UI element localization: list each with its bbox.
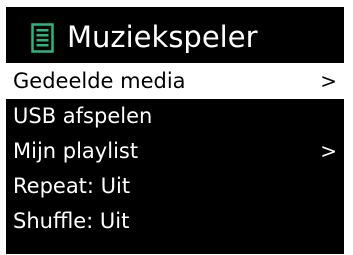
page-title: Muziekspeler <box>67 20 258 54</box>
display-screen: Muziekspeler Gedeelde media > USB afspel… <box>6 7 344 254</box>
menu-list: Gedeelde media > USB afspelen Mijn playl… <box>6 63 344 239</box>
music-player-icon <box>31 23 54 53</box>
menu-item-repeat[interactable]: Repeat: Uit <box>6 169 344 204</box>
menu-item-label: Repeat: Uit <box>13 174 131 198</box>
menu-item-label: USB afspelen <box>13 104 153 128</box>
menu-item-usb-afspelen[interactable]: USB afspelen <box>6 99 344 134</box>
menu-item-shuffle[interactable]: Shuffle: Uit <box>6 204 344 239</box>
menu-item-label: Gedeelde media <box>13 69 186 93</box>
menu-item-label: Shuffle: Uit <box>13 209 130 233</box>
chevron-right-icon: > <box>320 69 337 93</box>
menu-item-label: Mijn playlist <box>13 139 139 163</box>
chevron-right-icon: > <box>320 139 337 163</box>
menu-item-gedeelde-media[interactable]: Gedeelde media > <box>6 63 344 99</box>
menu-item-mijn-playlist[interactable]: Mijn playlist > <box>6 134 344 169</box>
header: Muziekspeler <box>6 7 344 62</box>
